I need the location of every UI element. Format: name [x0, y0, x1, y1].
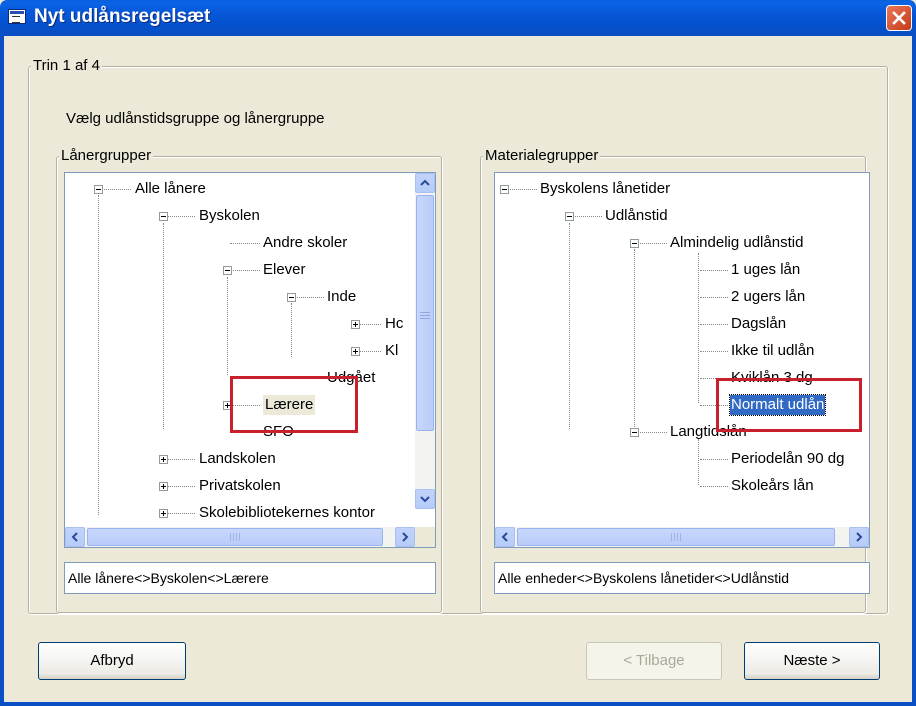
- tree-node-byskolen[interactable]: Byskolen: [199, 206, 260, 226]
- step-legend: Trin 1 af 4: [31, 57, 102, 74]
- collapse-toggle-udlaanstid[interactable]: [565, 212, 574, 221]
- expand-toggle-landskolen[interactable]: [159, 455, 168, 464]
- collapse-toggle-alle-laanere[interactable]: [94, 185, 103, 194]
- material-groups-tree[interactable]: Byskolens lånetider Udlånstid Almindelig…: [494, 172, 870, 548]
- back-button[interactable]: < Tilbage: [586, 642, 722, 680]
- scroll-right-button[interactable]: [395, 527, 415, 547]
- collapse-toggle-byskolens-laanetider[interactable]: [500, 185, 509, 194]
- expand-toggle-privatskolen[interactable]: [159, 482, 168, 491]
- tree-node-elever[interactable]: Elever: [263, 260, 306, 280]
- collapse-toggle-almindelig-udlaanstid[interactable]: [630, 239, 639, 248]
- tree-node-andre-skoler[interactable]: Andre skoler: [263, 233, 347, 253]
- app-window-icon: [8, 9, 26, 24]
- tree-node-almindelig-udlaanstid[interactable]: Almindelig udlånstid: [670, 233, 803, 253]
- expand-toggle-hc[interactable]: [351, 320, 360, 329]
- tree-node-skoleaars-laan[interactable]: Skoleårs lån: [731, 476, 814, 496]
- window-title: Nyt udlånsregelsæt: [34, 6, 211, 27]
- next-button[interactable]: Næste >: [744, 642, 880, 680]
- scrollbar-corner: [415, 527, 435, 547]
- horizontal-scrollbar[interactable]: [65, 527, 415, 547]
- cancel-button[interactable]: Afbryd: [38, 642, 186, 680]
- scroll-right-button[interactable]: [849, 527, 869, 547]
- scroll-left-button[interactable]: [65, 527, 85, 547]
- vertical-scrollbar[interactable]: [415, 173, 435, 509]
- collapse-toggle-elever[interactable]: [223, 266, 232, 275]
- tree-node-dagslaan[interactable]: Dagslån: [731, 314, 786, 334]
- scroll-left-button[interactable]: [495, 527, 515, 547]
- instruction-text: Vælg udlånstidsgruppe og lånergruppe: [66, 110, 325, 127]
- chevron-right-icon: [856, 532, 863, 542]
- tree-node-privatskolen[interactable]: Privatskolen: [199, 476, 281, 496]
- tree-node-2-ugers-laan[interactable]: 2 ugers lån: [731, 287, 805, 307]
- title-bar: Nyt udlånsregelsæt: [0, 0, 916, 36]
- chevron-right-icon: [402, 532, 409, 542]
- tree-node-ikke-til-udlaan[interactable]: Ikke til udlån: [731, 341, 814, 361]
- chevron-down-icon: [420, 496, 430, 503]
- horizontal-scroll-thumb[interactable]: [517, 528, 835, 546]
- tree-node-inde[interactable]: Inde: [327, 287, 356, 307]
- borrower-groups-tree[interactable]: Alle lånere Byskolen Andre skoler Elever…: [64, 172, 436, 548]
- tree-node-skolebibliotekernes-kontor[interactable]: Skolebibliotekernes kontor: [199, 503, 375, 523]
- tree-node-udlaanstid[interactable]: Udlånstid: [605, 206, 668, 226]
- material-path-field[interactable]: Alle enheder<>Byskolens lånetider<>Udlån…: [494, 562, 870, 594]
- highlight-annotation-normalt-udlaan: [716, 378, 862, 432]
- expand-toggle-kl[interactable]: [351, 347, 360, 356]
- highlight-annotation-laerere: [230, 376, 358, 433]
- vertical-scroll-thumb[interactable]: [416, 195, 434, 431]
- horizontal-scrollbar[interactable]: [495, 527, 869, 547]
- tree-node-kl[interactable]: Kl: [385, 341, 398, 361]
- collapse-toggle-inde[interactable]: [287, 293, 296, 302]
- tree-node-periodelaan-90-dg[interactable]: Periodelån 90 dg: [731, 449, 844, 469]
- tree-node-alle-laanere[interactable]: Alle lånere: [135, 179, 206, 199]
- tree-node-byskolens-laanetider[interactable]: Byskolens lånetider: [540, 179, 670, 199]
- close-icon: [892, 11, 906, 25]
- scroll-up-button[interactable]: [415, 173, 435, 193]
- borrower-groups-legend: Lånergrupper: [59, 147, 154, 164]
- tree-node-landskolen[interactable]: Landskolen: [199, 449, 276, 469]
- collapse-toggle-byskolen[interactable]: [159, 212, 168, 221]
- collapse-toggle-langtidslaan[interactable]: [630, 428, 639, 437]
- close-button[interactable]: [886, 5, 912, 31]
- chevron-up-icon: [420, 179, 430, 186]
- borrower-path-field[interactable]: Alle lånere<>Byskolen<>Lærere: [64, 562, 436, 594]
- horizontal-scroll-thumb[interactable]: [87, 528, 383, 546]
- expand-toggle-skolebibliotekernes-kontor[interactable]: [159, 509, 168, 518]
- tree-node-1-uges-laan[interactable]: 1 uges lån: [731, 260, 800, 280]
- scroll-down-button[interactable]: [415, 489, 435, 509]
- tree-node-hc[interactable]: Hc: [385, 314, 403, 334]
- chevron-left-icon: [501, 532, 508, 542]
- chevron-left-icon: [71, 532, 78, 542]
- material-groups-legend: Materialegrupper: [483, 147, 601, 164]
